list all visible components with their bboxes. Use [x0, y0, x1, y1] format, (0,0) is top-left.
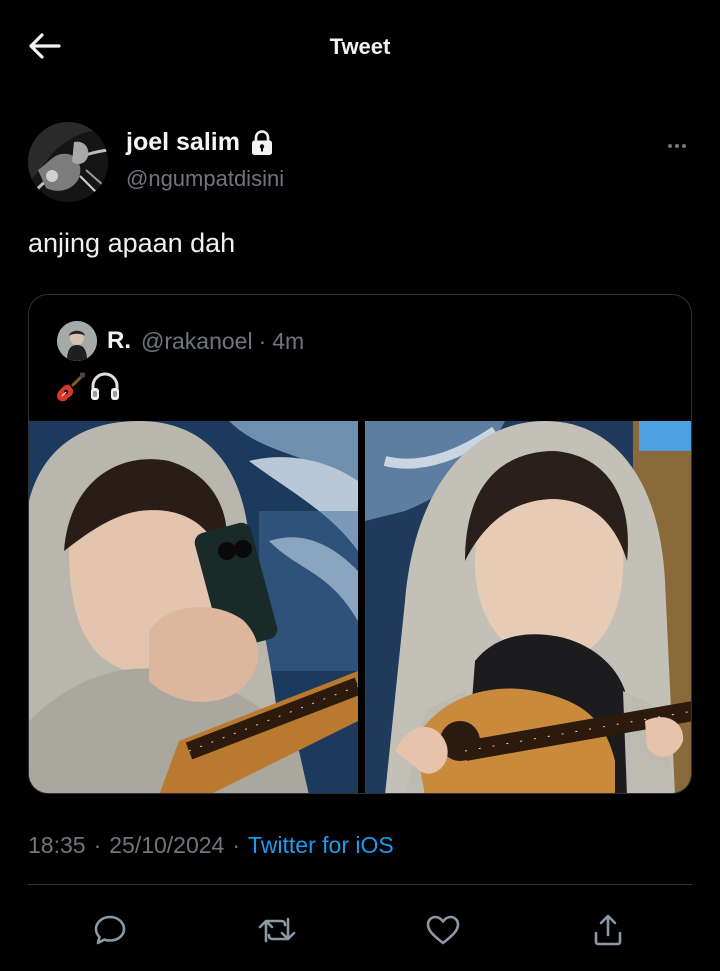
user-handle[interactable]: @ngumpatdisini [126, 166, 284, 192]
quote-separator: · [258, 327, 267, 354]
tweet-time: 18:35 [28, 832, 86, 858]
reply-button[interactable] [88, 908, 132, 952]
retweet-icon [258, 917, 296, 943]
divider [28, 884, 692, 885]
heart-icon [426, 915, 460, 945]
avatar-image [28, 122, 108, 202]
quote-media [29, 421, 691, 793]
quote-header: R. @rakanoel · 4m [57, 321, 304, 361]
photo-1-image [29, 421, 358, 793]
share-icon [594, 914, 622, 946]
guitar-icon [57, 372, 85, 402]
lock-icon [251, 129, 272, 155]
retweet-button[interactable] [255, 908, 299, 952]
tweet-metadata: 18:35 · 25/10/2024 · Twitter for iOS [28, 832, 394, 859]
reply-icon [94, 915, 126, 945]
tweet-author: joel salim @ngumpatdisini [28, 122, 692, 202]
quote-display-name: R. [107, 327, 131, 354]
tweet-source-link[interactable]: Twitter for iOS [248, 832, 394, 859]
display-name[interactable]: joel salim [126, 128, 240, 157]
quote-time: 4m [272, 327, 305, 354]
photo-2[interactable] [364, 421, 691, 793]
like-button[interactable] [421, 908, 465, 952]
quote-avatar[interactable] [57, 321, 97, 361]
photo-1[interactable] [29, 421, 358, 793]
metadata-separator: · [93, 832, 102, 858]
top-bar: Tweet [0, 0, 720, 92]
tweet-text: anjing apaan dah [28, 228, 236, 258]
tweet-actions [0, 900, 720, 960]
more-options-button[interactable] [662, 134, 692, 158]
more-horizontal-icon [682, 144, 686, 148]
tweet-date: 25/10/2024 [109, 832, 225, 858]
quoted-tweet[interactable]: R. @rakanoel · 4m [28, 294, 692, 794]
more-horizontal-icon [668, 144, 672, 148]
avatar[interactable] [28, 122, 108, 202]
more-horizontal-icon [675, 144, 679, 148]
quote-emoji-row [55, 371, 121, 403]
photo-2-image [364, 421, 691, 793]
headphones-icon [91, 372, 119, 400]
share-button[interactable] [586, 908, 630, 952]
metadata-separator: · [232, 832, 241, 858]
quote-handle: @rakanoel [141, 327, 253, 354]
name-row: joel salim [126, 128, 274, 157]
quote-avatar-image [57, 321, 97, 361]
page-title: Tweet [329, 34, 391, 59]
